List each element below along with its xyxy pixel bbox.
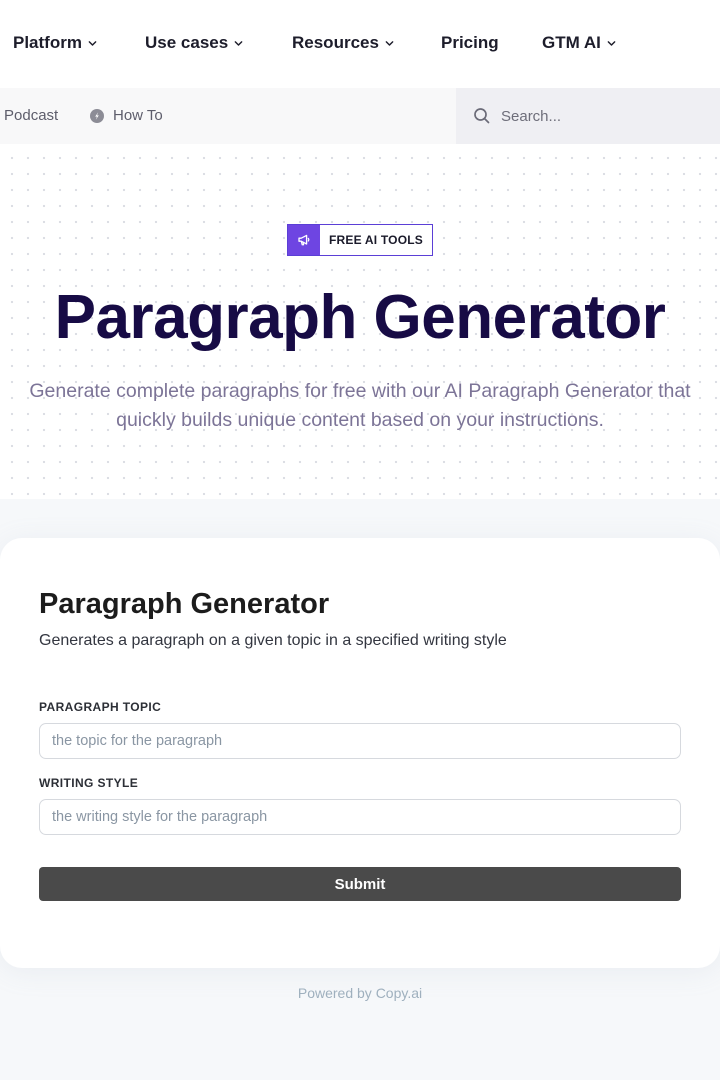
page-subtitle: Generate complete paragraphs for free wi… [29, 380, 691, 431]
search-input[interactable] [501, 107, 701, 125]
writing-style-label: WRITING STYLE [39, 776, 139, 790]
paragraph-topic-input[interactable] [52, 733, 668, 749]
writing-style-field[interactable] [39, 799, 681, 835]
powered-by-link[interactable]: Powered by Copy.ai [0, 985, 720, 1001]
nav-item-label: Resources [292, 33, 379, 52]
subnav-link-podcast[interactable]: Podcast [4, 107, 58, 124]
chevron-down-icon [607, 39, 616, 48]
nav-item-pricing[interactable]: Pricing [441, 33, 499, 53]
subnav-link-label: Podcast [4, 107, 59, 124]
subnav-link-label: How To [113, 107, 163, 124]
nav-item-label: GTM AI [542, 33, 601, 52]
top-navigation: Platform Use cases Resources Pricing GTM… [0, 0, 720, 88]
nav-item-platform[interactable]: Platform [13, 33, 97, 53]
chevron-down-icon [234, 39, 243, 48]
megaphone-icon [288, 225, 320, 255]
chevron-down-icon [385, 39, 394, 48]
subnav-link-how-to[interactable]: How To [90, 107, 163, 124]
nav-item-label: Platform [13, 33, 82, 52]
paragraph-topic-label: PARAGRAPH TOPIC [39, 700, 162, 714]
free-ai-tools-badge: FREE AI TOOLS [287, 224, 433, 256]
tool-title: Paragraph Generator [39, 588, 330, 620]
nav-item-gtm-ai[interactable]: GTM AI [542, 33, 616, 53]
search-icon [473, 107, 491, 125]
nav-item-use-cases[interactable]: Use cases [145, 33, 243, 53]
paragraph-topic-field[interactable] [39, 723, 681, 759]
nav-item-resources[interactable]: Resources [292, 33, 394, 53]
submit-button[interactable]: Submit [39, 867, 681, 901]
search-bar[interactable] [456, 88, 720, 144]
tool-description: Generates a paragraph on a given topic i… [39, 632, 507, 649]
compass-icon [90, 108, 104, 123]
page-title: Paragraph Generator [54, 283, 666, 352]
nav-item-label: Pricing [441, 33, 499, 52]
chevron-down-icon [88, 39, 97, 48]
badge-label: FREE AI TOOLS [329, 233, 423, 247]
nav-item-label: Use cases [145, 33, 229, 52]
writing-style-input[interactable] [52, 809, 668, 825]
